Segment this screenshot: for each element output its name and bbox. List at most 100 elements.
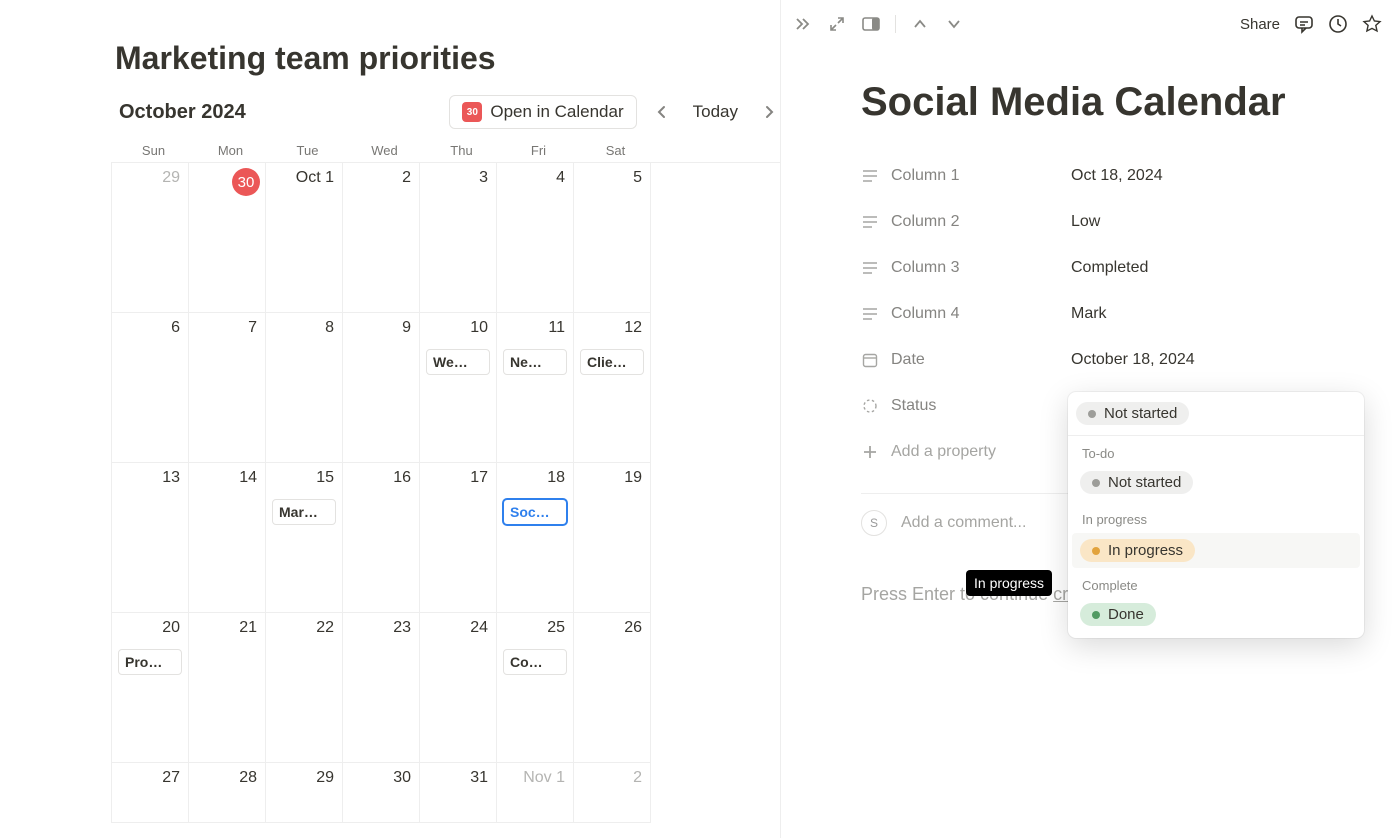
calendar-cell[interactable]: 29: [266, 763, 343, 823]
day-number: 27: [162, 769, 180, 787]
day-number: 6: [171, 319, 180, 337]
status-option[interactable]: In progress: [1072, 533, 1360, 568]
calendar-pane: Marketing team priorities October 2024 3…: [0, 0, 780, 838]
calendar-cell[interactable]: 15 Mar…: [266, 463, 343, 613]
calendar-cell[interactable]: 9: [343, 313, 420, 463]
property-label[interactable]: Column 1: [861, 167, 1051, 185]
day-number: 15: [316, 469, 334, 487]
text-property-icon: [861, 305, 879, 323]
weekday-label: Mon: [192, 139, 269, 162]
calendar-cell[interactable]: 22: [266, 613, 343, 763]
property-value[interactable]: Oct 18, 2024: [1071, 167, 1163, 185]
property-row: Column 4 Mark: [861, 291, 1400, 337]
day-number: 18: [547, 469, 565, 487]
calendar-grid: 2930Oct 12345678910We…11Ne…12Clie…131415…: [111, 162, 780, 823]
comment-placeholder: Add a comment...: [901, 514, 1026, 532]
calendar-cell[interactable]: 24: [420, 613, 497, 763]
calendar-cell[interactable]: 11 Ne…: [497, 313, 574, 463]
prev-month-button[interactable]: [651, 99, 673, 125]
open-in-calendar-label: Open in Calendar: [490, 102, 623, 122]
day-number: 29: [162, 169, 180, 187]
favorite-icon[interactable]: [1362, 14, 1382, 34]
open-in-calendar-button[interactable]: 30 Open in Calendar: [449, 95, 636, 129]
day-number: 17: [470, 469, 488, 487]
peek-mode-icon[interactable]: [861, 14, 881, 34]
calendar-cell[interactable]: 26: [574, 613, 651, 763]
calendar-header: October 2024 30 Open in Calendar Today: [115, 95, 780, 129]
status-select-popover[interactable]: Not started To-doNot startedIn progressI…: [1068, 392, 1364, 638]
detail-title[interactable]: Social Media Calendar: [861, 80, 1400, 125]
calendar-cell[interactable]: Nov 1: [497, 763, 574, 823]
expand-icon[interactable]: [827, 14, 847, 34]
calendar-cell[interactable]: 19: [574, 463, 651, 613]
status-group-label: To-do: [1068, 436, 1364, 467]
calendar-cell[interactable]: 31: [420, 763, 497, 823]
calendar-event[interactable]: Pro…: [118, 649, 182, 675]
weekday-label: Wed: [346, 139, 423, 162]
prev-record-icon[interactable]: [910, 14, 930, 34]
calendar-cell[interactable]: 23: [343, 613, 420, 763]
calendar-cell[interactable]: 10We…: [420, 313, 497, 463]
calendar-event[interactable]: Co…: [503, 649, 567, 675]
calendar-cell[interactable]: 12Clie…: [574, 313, 651, 463]
calendar-cell[interactable]: 30: [189, 163, 266, 313]
calendar-cell[interactable]: 3: [420, 163, 497, 313]
today-button[interactable]: Today: [687, 98, 744, 126]
updates-icon[interactable]: [1328, 14, 1348, 34]
close-peek-icon[interactable]: [793, 14, 813, 34]
calendar-cell[interactable]: 30: [343, 763, 420, 823]
calendar-cell[interactable]: 21: [189, 613, 266, 763]
calendar-cell[interactable]: 18 Soc…: [497, 463, 574, 613]
property-value[interactable]: Mark: [1071, 305, 1107, 323]
calendar-event[interactable]: Soc…: [503, 499, 567, 525]
calendar-event[interactable]: We…: [426, 349, 490, 375]
calendar-event[interactable]: Ne…: [503, 349, 567, 375]
share-button[interactable]: Share: [1240, 16, 1280, 33]
next-month-button[interactable]: [758, 99, 780, 125]
calendar-cell[interactable]: 8: [266, 313, 343, 463]
calendar-cell[interactable]: 6: [112, 313, 189, 463]
calendar-cell[interactable]: 7: [189, 313, 266, 463]
day-number: 11: [548, 319, 565, 337]
peek-toolbar: Share: [781, 8, 1400, 40]
property-label[interactable]: Column 4: [861, 305, 1051, 323]
date-property-icon: [861, 351, 879, 369]
status-option[interactable]: Not started: [1068, 467, 1364, 502]
calendar-cell[interactable]: 14: [189, 463, 266, 613]
day-number: 9: [402, 319, 411, 337]
comments-icon[interactable]: [1294, 14, 1314, 34]
property-label[interactable]: Column 3: [861, 259, 1051, 277]
calendar-cell[interactable]: 2: [343, 163, 420, 313]
calendar-cell[interactable]: 2: [574, 763, 651, 823]
status-option[interactable]: Done: [1068, 599, 1364, 634]
calendar-cell[interactable]: 20Pro…: [112, 613, 189, 763]
status-group-label: Complete: [1068, 568, 1364, 599]
property-value[interactable]: Completed: [1071, 259, 1148, 277]
calendar-cell[interactable]: 13: [112, 463, 189, 613]
calendar-app-icon: 30: [462, 102, 482, 122]
calendar-event[interactable]: Clie…: [580, 349, 644, 375]
calendar-cell[interactable]: 27: [112, 763, 189, 823]
calendar-cell[interactable]: 28: [189, 763, 266, 823]
property-label[interactable]: Status: [861, 397, 1051, 415]
status-property-icon: [861, 397, 879, 415]
calendar-cell[interactable]: 25Co…: [497, 613, 574, 763]
property-value[interactable]: October 18, 2024: [1071, 351, 1195, 369]
day-number: 29: [316, 769, 334, 787]
day-number: 4: [556, 169, 565, 187]
calendar-cell[interactable]: 5: [574, 163, 651, 313]
day-number: 23: [393, 619, 411, 637]
calendar-cell[interactable]: 17: [420, 463, 497, 613]
calendar-cell[interactable]: 29: [112, 163, 189, 313]
property-label[interactable]: Column 2: [861, 213, 1051, 231]
calendar-cell[interactable]: 16: [343, 463, 420, 613]
toolbar-separator: [895, 15, 896, 33]
calendar-event[interactable]: Mar…: [272, 499, 336, 525]
property-label[interactable]: Date: [861, 351, 1051, 369]
add-property-label: Add a property: [891, 443, 996, 461]
calendar-cell[interactable]: 4: [497, 163, 574, 313]
calendar-cell[interactable]: Oct 1: [266, 163, 343, 313]
text-property-icon: [861, 213, 879, 231]
next-record-icon[interactable]: [944, 14, 964, 34]
property-value[interactable]: Low: [1071, 213, 1100, 231]
